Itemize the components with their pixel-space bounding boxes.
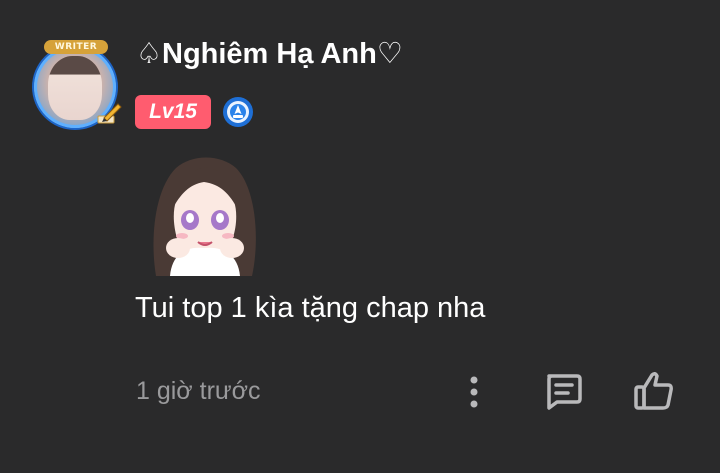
avatar-photo xyxy=(48,56,102,120)
anime-girl-sticker xyxy=(153,157,256,276)
avatar[interactable]: WRITER xyxy=(30,40,122,132)
like-button[interactable] xyxy=(630,368,678,414)
reply-button[interactable] xyxy=(540,370,586,414)
more-options-button[interactable] xyxy=(460,372,488,412)
comment-text: Tui top 1 kìa tặng chap nha xyxy=(135,292,486,324)
author-name[interactable]: ♤Nghiêm Hạ Anh♡ xyxy=(136,36,403,71)
thumbs-up-icon xyxy=(634,371,673,410)
blue-rank-icon xyxy=(223,97,253,127)
level-badge: Lv15 xyxy=(135,95,211,129)
reply-icon xyxy=(547,374,582,410)
writer-badge: WRITER xyxy=(44,40,108,54)
timestamp: 1 giờ trước xyxy=(136,377,261,405)
more-options-icon xyxy=(470,376,478,408)
pen-icon xyxy=(97,103,122,124)
